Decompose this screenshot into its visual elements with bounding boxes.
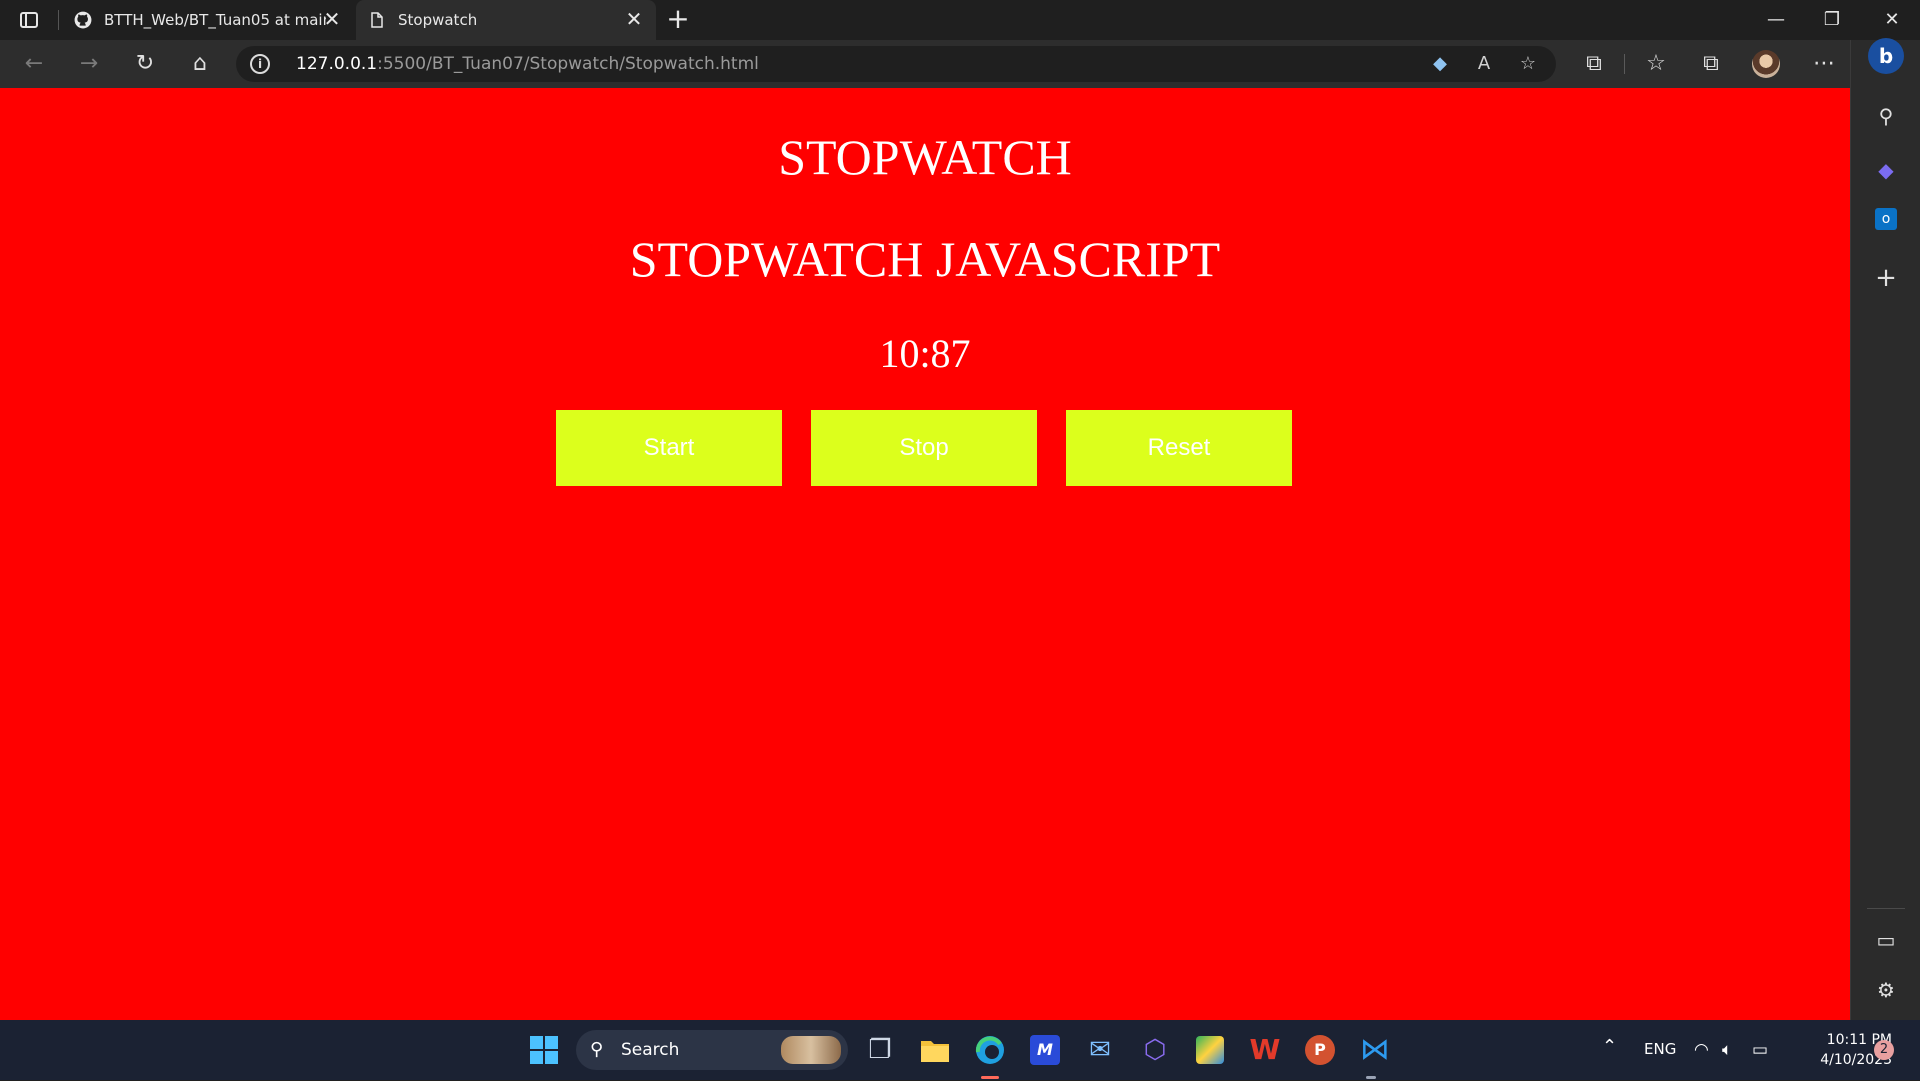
shopping-tag-icon[interactable]: ◆ bbox=[1426, 50, 1454, 78]
info-icon[interactable]: i bbox=[250, 54, 270, 74]
edge-sidebar: b ⚲ ◆ o + ▭ ⚙ bbox=[1850, 38, 1920, 1020]
settings-icon[interactable]: ⚙ bbox=[1872, 976, 1900, 1004]
photos-app-icon[interactable] bbox=[1190, 1030, 1230, 1070]
dev-app-icon[interactable]: M bbox=[1025, 1030, 1065, 1070]
home-icon[interactable]: ⌂ bbox=[184, 48, 216, 80]
url-path: :5500/BT_Tuan07/Stopwatch/Stopwatch.html bbox=[377, 54, 759, 74]
volume-icon[interactable]: 🔈︎ bbox=[1722, 1040, 1732, 1060]
reset-button[interactable]: Reset bbox=[1066, 410, 1292, 486]
close-tab-icon[interactable]: ✕ bbox=[320, 7, 344, 31]
search-icon: ⚲ bbox=[590, 1039, 604, 1060]
toolbar-separator bbox=[1624, 54, 1625, 74]
taskbar-search[interactable]: ⚲ Search bbox=[576, 1030, 848, 1070]
vscode-icon[interactable]: ⋈ bbox=[1355, 1030, 1395, 1070]
sidebar-separator bbox=[1867, 908, 1905, 909]
tab-label: Stopwatch bbox=[398, 11, 478, 29]
github-icon bbox=[74, 11, 92, 29]
more-options-icon[interactable]: ⋯ bbox=[1808, 48, 1840, 80]
show-hidden-icons-icon[interactable]: ⌃ bbox=[1602, 1036, 1617, 1057]
bing-icon[interactable]: b bbox=[1868, 38, 1904, 74]
windows-start-icon[interactable] bbox=[524, 1030, 564, 1070]
tab-stopwatch[interactable]: Stopwatch ✕ bbox=[356, 0, 656, 40]
new-tab-icon[interactable]: + bbox=[662, 4, 694, 36]
language-indicator[interactable]: ENG bbox=[1644, 1040, 1676, 1058]
add-favorite-icon[interactable]: ☆ bbox=[1514, 50, 1542, 78]
page-viewport: STOPWATCH STOPWATCH JAVASCRIPT 10:87 Sta… bbox=[0, 88, 1850, 1020]
refresh-icon[interactable]: ↻ bbox=[129, 48, 161, 80]
search-highlight-image bbox=[781, 1036, 841, 1064]
tab-bar: BTTH_Web/BT_Tuan05 at main · r ✕ Stopwat… bbox=[0, 0, 1920, 40]
edge-icon[interactable] bbox=[970, 1030, 1010, 1070]
search-icon[interactable]: ⚲ bbox=[1872, 102, 1900, 130]
battery-icon[interactable]: ▭ bbox=[1752, 1040, 1768, 1060]
address-bar[interactable]: i 127.0.0.1:5500/BT_Tuan07/Stopwatch/Sto… bbox=[236, 46, 1556, 82]
wifi-icon[interactable]: ◠ bbox=[1694, 1040, 1709, 1060]
forward-icon[interactable]: → bbox=[73, 48, 105, 80]
add-sidebar-app-icon[interactable]: + bbox=[1872, 264, 1900, 292]
file-explorer-icon[interactable] bbox=[915, 1030, 955, 1070]
outlook-icon[interactable]: o bbox=[1875, 208, 1897, 230]
copilot-icon[interactable]: ◆ bbox=[1872, 156, 1900, 184]
powerpoint-icon[interactable]: P bbox=[1300, 1030, 1340, 1070]
search-label: Search bbox=[621, 1040, 680, 1060]
collections-icon[interactable]: ⧉ bbox=[1695, 48, 1727, 80]
read-aloud-icon[interactable]: A bbox=[1470, 50, 1498, 78]
mail-icon[interactable]: ✉ bbox=[1080, 1030, 1120, 1070]
favorites-icon[interactable]: ☆ bbox=[1640, 48, 1672, 80]
taskbar: ⚲ Search ❐ M ✉ ⬡ W P ⋈ ⌃ ENG ◠ 🔈︎ ▭ 10:1… bbox=[0, 1020, 1920, 1080]
close-window-icon[interactable]: ✕ bbox=[1864, 0, 1920, 40]
stopwatch-display: 10:87 bbox=[879, 331, 971, 376]
restore-icon[interactable]: ❐ bbox=[1804, 0, 1860, 40]
wps-office-icon[interactable]: W bbox=[1245, 1030, 1285, 1070]
profile-avatar[interactable] bbox=[1752, 50, 1780, 78]
tab-github[interactable]: BTTH_Web/BT_Tuan05 at main · r ✕ bbox=[62, 0, 354, 40]
running-app-indicator bbox=[1366, 1076, 1376, 1079]
copilot-taskbar-icon[interactable]: ⬡ bbox=[1135, 1030, 1175, 1070]
hide-sidebar-icon[interactable]: ▭ bbox=[1872, 926, 1900, 954]
url-text[interactable]: 127.0.0.1:5500/BT_Tuan07/Stopwatch/Stopw… bbox=[296, 54, 759, 74]
close-tab-icon[interactable]: ✕ bbox=[622, 7, 646, 31]
page-title: STOPWATCH bbox=[778, 129, 1072, 185]
tab-separator bbox=[58, 10, 59, 30]
stop-button[interactable]: Stop bbox=[811, 410, 1037, 486]
tab-actions-icon[interactable] bbox=[18, 10, 42, 30]
extensions-icon[interactable]: ⧉ bbox=[1578, 48, 1610, 80]
notification-badge[interactable]: 2 bbox=[1874, 1040, 1894, 1060]
tab-label: BTTH_Web/BT_Tuan05 at main · r bbox=[104, 11, 326, 29]
url-host: 127.0.0.1 bbox=[296, 54, 378, 74]
task-view-icon[interactable]: ❐ bbox=[860, 1030, 900, 1070]
page-subtitle: STOPWATCH JAVASCRIPT bbox=[629, 231, 1221, 287]
minimize-icon[interactable]: — bbox=[1748, 0, 1804, 40]
start-button[interactable]: Start bbox=[556, 410, 782, 486]
back-icon[interactable]: ← bbox=[18, 48, 50, 80]
active-app-indicator bbox=[981, 1076, 999, 1079]
browser-toolbar: ← → ↻ ⌂ i 127.0.0.1:5500/BT_Tuan07/Stopw… bbox=[0, 40, 1920, 88]
page-icon bbox=[371, 12, 383, 28]
